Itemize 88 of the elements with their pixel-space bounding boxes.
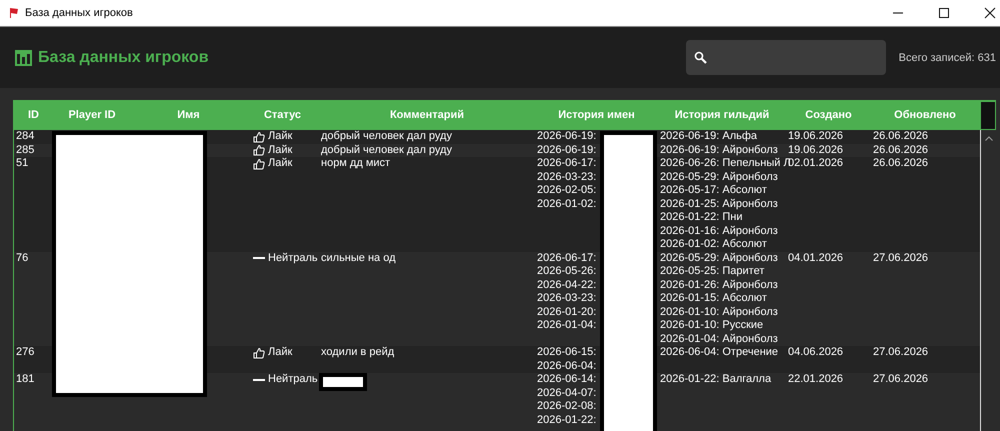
thumbs-up-icon	[253, 346, 265, 359]
table-cell: Лайк	[268, 157, 292, 170]
table-cell-text: 2026-01-15: Абсолют	[660, 292, 768, 306]
table-cell: 26.06.2026	[873, 157, 928, 169]
table-cell: 76	[16, 252, 28, 264]
table-cell-text: 2026-01-04:	[537, 319, 598, 332]
table-cell: 27.06.2026	[873, 252, 928, 264]
column-header[interactable]: История гильдий	[658, 108, 786, 122]
chevron-up-icon[interactable]	[985, 136, 993, 141]
table-cell: Лайк	[268, 346, 292, 360]
table-cell-text: 2026-03-23:	[537, 170, 598, 184]
column-header[interactable]: Статус	[246, 108, 319, 122]
table-cell: 26.06.2026	[873, 130, 928, 142]
table-cell-text: 2026-06-19: Альфа	[660, 130, 758, 144]
table-cell: Нейтраль	[268, 373, 318, 386]
table-cell-text: 2026-06-19:	[537, 130, 598, 144]
table-cell-text: 2026-01-02: Абсолют	[660, 238, 768, 252]
table-cell-text: 2026-06-15:	[537, 346, 598, 360]
table-cell: 19.06.2026	[788, 144, 844, 156]
column-header[interactable]: Обновлено	[871, 108, 979, 122]
table-cell: Лайк	[268, 144, 292, 157]
table-cell-text: 2026-01-02:	[537, 198, 598, 211]
table-cell: 26.06.2026	[873, 144, 928, 156]
table-cell-text: 2026-06-14:	[537, 373, 598, 386]
thumbs-up-icon	[253, 130, 265, 143]
table-cell: 285	[16, 144, 34, 156]
maximize-icon[interactable]	[938, 7, 950, 19]
table-cell: 284	[16, 130, 34, 142]
search-field[interactable]	[686, 40, 886, 75]
table-cell-text: 2026-02-05:	[537, 184, 598, 198]
bar-chart-icon	[15, 50, 32, 66]
table-cell: 27.06.2026	[873, 346, 928, 358]
table-cell-text: 2026-06-04:	[537, 360, 598, 373]
table-cell: 276	[16, 346, 34, 358]
table-cell-text: 2026-05-29: Айронболз	[660, 252, 779, 265]
close-icon[interactable]	[984, 7, 996, 19]
table-cell: добрый человек дал руду	[321, 144, 452, 156]
table-cell: Лайк	[268, 130, 292, 144]
table-cell-text: 2026-01-26: Айронболз	[660, 278, 779, 292]
table-cell: 181	[16, 373, 34, 385]
table-cell-text: 2026-01-20:	[537, 306, 598, 319]
table-cell-text: 2026-06-19:	[537, 144, 598, 157]
table-cell-text: 2026-01-22: Пни	[660, 211, 744, 224]
table-cell-text: 2026-05-29: Айронболз	[660, 170, 779, 184]
table-cell: 04.01.2026	[788, 252, 844, 264]
table-cell: 04.06.2026	[788, 346, 844, 358]
table-cell: 27.06.2026	[873, 373, 928, 385]
total-count: Всего записей: 631	[898, 52, 996, 64]
table-cell: 02.01.2026	[788, 157, 844, 169]
table-cell-text: 2026-01-10: Русские	[660, 319, 764, 332]
table-cell-text: 2026-05-25: Паритет	[660, 265, 766, 278]
table-cell: 51	[16, 157, 28, 169]
table-cell: 22.01.2026	[788, 373, 844, 385]
column-header[interactable]: ID	[14, 108, 53, 122]
column-header[interactable]: Создано	[786, 108, 871, 122]
table-cell-text: 2026-06-17:	[537, 157, 598, 170]
scrollbar[interactable]	[980, 130, 996, 431]
thumbs-up-icon	[253, 144, 265, 156]
column-header[interactable]: История имен	[535, 108, 658, 122]
table-cell-text: 2026-06-19: Айронболз	[660, 144, 779, 157]
table-cell-text: 2026-02-08:	[537, 400, 598, 414]
table-cell-text: 2026-04-07:	[537, 386, 598, 400]
window-title: База данных игроков	[25, 7, 133, 19]
column-header[interactable]: Комментарий	[319, 108, 535, 122]
flag-icon	[8, 7, 20, 19]
column-header[interactable]: Имя	[131, 108, 246, 122]
table-cell-text: 2026-04-22:	[537, 278, 598, 292]
column-header[interactable]: Player ID	[53, 108, 131, 122]
table-cell: сильные на од	[321, 252, 396, 264]
search-icon	[694, 50, 708, 64]
table-cell-text: 2026-01-22:	[537, 414, 598, 427]
table-cell-text: 2026-03-23:	[537, 292, 598, 306]
table-cell-text: 2026-06-17:	[537, 252, 598, 265]
table-cell: Нейтраль	[268, 252, 318, 265]
table-cell: норм дд мист	[321, 157, 390, 169]
table-cell: ходили в рейд	[321, 346, 394, 358]
table-cell-text: 2026-01-22: Валгалла	[660, 373, 772, 386]
table-cell-text: 2026-01-04: Айронболз	[660, 332, 779, 346]
table-cell-text: 2026-05-26:	[537, 265, 598, 278]
thumbs-up-icon	[253, 158, 265, 170]
app-title: База данных игроков	[38, 48, 209, 66]
table-cell-text: 2026-05-17: Абсолют	[660, 184, 768, 198]
table-cell-text: 2026-01-25: Айронболз	[660, 198, 779, 211]
table-cell-text: 2026-01-10: Айронболз	[660, 306, 779, 319]
table-cell: 19.06.2026	[788, 130, 844, 142]
table-cell-text: 2026-06-04: Отречение	[660, 346, 780, 360]
table-cell: добрый человек дал руду	[321, 130, 452, 142]
table-cell-text: 2026-01-16: Айронболз	[660, 224, 779, 238]
